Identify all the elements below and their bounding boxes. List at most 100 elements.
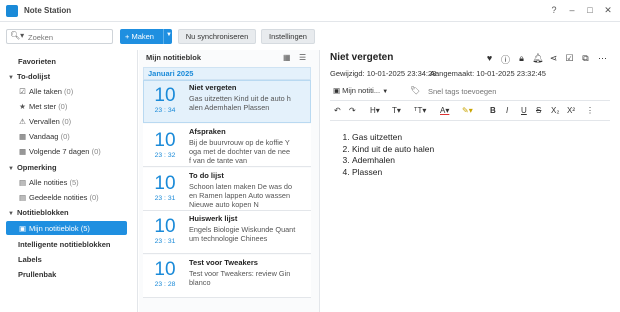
note-title: Test voor Tweakers: [189, 258, 258, 267]
strikethrough-button[interactable]: S: [536, 106, 541, 115]
sidebar-item-next-7-days[interactable]: ▦ Volgende 7 dagen (0): [18, 147, 101, 156]
underline-button[interactable]: U: [521, 106, 527, 115]
created-label: Aangemaakt:: [430, 69, 475, 78]
caret-down-icon: ▼: [8, 166, 14, 172]
item-count: (5): [69, 178, 79, 187]
app-icon: [6, 5, 18, 17]
item-label: Alle taken: [29, 87, 62, 96]
sidebar-trash[interactable]: Prullenbak: [18, 270, 56, 279]
heading-button[interactable]: H▾: [370, 106, 380, 115]
new-note-label: + Maken: [125, 32, 154, 41]
item-count: (0): [58, 102, 68, 111]
checkbox-list-icon[interactable]: ☑: [564, 53, 575, 64]
text-size-button[interactable]: ᵀT▾: [414, 106, 426, 115]
minimize-icon[interactable]: –: [566, 5, 578, 15]
sort-icon[interactable]: ☰: [299, 53, 306, 62]
note-title: Niet vergeten: [189, 83, 237, 92]
note-day: 10: [154, 85, 176, 106]
italic-button[interactable]: I: [506, 106, 508, 115]
sidebar-item-all-tasks[interactable]: ☑ Alle taken (0): [18, 87, 73, 96]
help-icon[interactable]: ?: [548, 5, 560, 15]
modified-info: Gewijzigd: 10-01-2025 23:34:28: [330, 69, 436, 78]
sidebar-smart-notebooks[interactable]: Intelligente notitieblokken: [18, 240, 111, 249]
new-button-divider: [163, 29, 164, 44]
item-count: (5): [80, 224, 90, 233]
note-title: Huiswerk lijst: [189, 214, 238, 223]
caret-down-icon: ▼: [8, 211, 14, 217]
info-icon[interactable]: ⓘ: [500, 53, 511, 66]
sidebar-section-notebooks[interactable]: ▼ Notitieblokken: [8, 208, 69, 217]
sidebar-section-todo[interactable]: ▼ To-dolijst: [8, 72, 50, 81]
sidebar-item-today[interactable]: ▦ Vandaag (0): [18, 132, 70, 141]
tag-icon: 🏷︎: [410, 86, 421, 95]
more-format-icon[interactable]: ⋮: [586, 106, 594, 115]
notebook-icon: ▣: [18, 224, 27, 233]
caret-down-icon: ▼: [8, 75, 14, 81]
item-count: (0): [91, 147, 101, 156]
highlight-icon[interactable]: ✎▾: [462, 106, 473, 115]
superscript-button[interactable]: X²: [567, 106, 575, 115]
list-item: Kind uit de auto halen: [352, 144, 434, 156]
heart-icon[interactable]: ♥: [484, 53, 495, 63]
notebook-select[interactable]: ▣ Mijn notiti... ▼: [333, 86, 388, 95]
note-content[interactable]: Gas uitzetten Kind uit de auto halen Ade…: [344, 132, 434, 178]
note-day: 10: [154, 173, 176, 194]
sidebar-item-overdue[interactable]: ⚠ Vervallen (0): [18, 117, 71, 126]
search-icon: 🔍︎▾: [10, 31, 25, 40]
note-preview: Schoon laten maken De was do en Ramen la…: [189, 182, 293, 209]
list-item: Plassen: [352, 167, 434, 179]
calendar-icon: ▦: [18, 147, 27, 156]
item-count: (0): [89, 193, 99, 202]
new-dropdown-caret-icon[interactable]: ▼: [166, 32, 172, 38]
redo-icon[interactable]: ↷: [349, 106, 356, 115]
created-value: 10-01-2025 23:32:45: [476, 69, 546, 78]
title-bar: [0, 0, 620, 22]
settings-button[interactable]: Instellingen: [261, 29, 315, 44]
note-list-title: Mijn notitieblok: [146, 53, 201, 62]
divider: [330, 120, 610, 121]
item-label: Met ster: [29, 102, 57, 111]
maximize-icon[interactable]: □: [584, 5, 596, 15]
text-color-button[interactable]: A▾: [440, 106, 449, 115]
note-time: 23 : 28: [154, 281, 176, 288]
checkbox-icon: ☑: [19, 87, 26, 96]
note-time: 23 : 31: [154, 238, 176, 245]
bold-button[interactable]: B: [490, 106, 496, 115]
lock-icon[interactable]: 🔒︎: [516, 53, 527, 64]
font-size-button[interactable]: T▾: [392, 106, 401, 115]
sync-button[interactable]: Nu synchroniseren: [178, 29, 256, 44]
item-count: (0): [64, 87, 74, 96]
modified-label: Gewijzigd:: [330, 69, 365, 78]
note-time: 23 : 34: [154, 107, 176, 114]
editor-note-title[interactable]: Niet vergeten: [330, 52, 393, 63]
notebook-select-label: Mijn notiti...: [342, 86, 381, 95]
bell-icon[interactable]: 🔔︎: [532, 53, 543, 64]
notebook-icon: ▣: [333, 86, 343, 95]
chevron-down-icon: ▼: [382, 89, 389, 95]
sidebar-item-shared-notes[interactable]: ▤ Gedeelde notities (0): [18, 193, 99, 202]
sidebar-item-all-notes[interactable]: ▤ Alle notities (5): [18, 178, 79, 187]
note-day: 10: [154, 216, 176, 237]
sidebar-item-starred[interactable]: ★ Met ster (0): [18, 102, 67, 111]
note-preview: Gas uitzetten Kind uit de auto h alen Ad…: [189, 94, 291, 112]
warning-icon: ⚠: [19, 117, 26, 126]
sidebar-labels[interactable]: Labels: [18, 255, 42, 264]
note-icon: ▤: [18, 178, 27, 187]
tag-input[interactable]: [428, 87, 548, 96]
sidebar-section-notes[interactable]: ▼ Opmerking: [8, 163, 57, 172]
copy-icon[interactable]: ⧉: [580, 53, 591, 64]
undo-icon[interactable]: ↶: [334, 106, 341, 115]
subscript-button[interactable]: X₂: [551, 106, 559, 115]
divider: [330, 100, 610, 101]
grid-view-icon[interactable]: ▦: [283, 53, 291, 62]
more-icon[interactable]: ⋯: [597, 53, 608, 64]
sidebar-item-my-notebook-content: ▣ Mijn notitieblok (5): [18, 224, 90, 233]
modified-value: 10-01-2025 23:34:28: [366, 69, 437, 78]
note-day: 10: [154, 259, 176, 280]
item-label: Vandaag: [29, 132, 59, 141]
search-input[interactable]: [28, 33, 108, 42]
close-icon[interactable]: ✕: [602, 5, 614, 16]
sidebar-favorites[interactable]: Favorieten: [18, 57, 56, 66]
list-item: Gas uitzetten: [352, 132, 434, 144]
share-icon[interactable]: ⋖: [548, 53, 559, 64]
